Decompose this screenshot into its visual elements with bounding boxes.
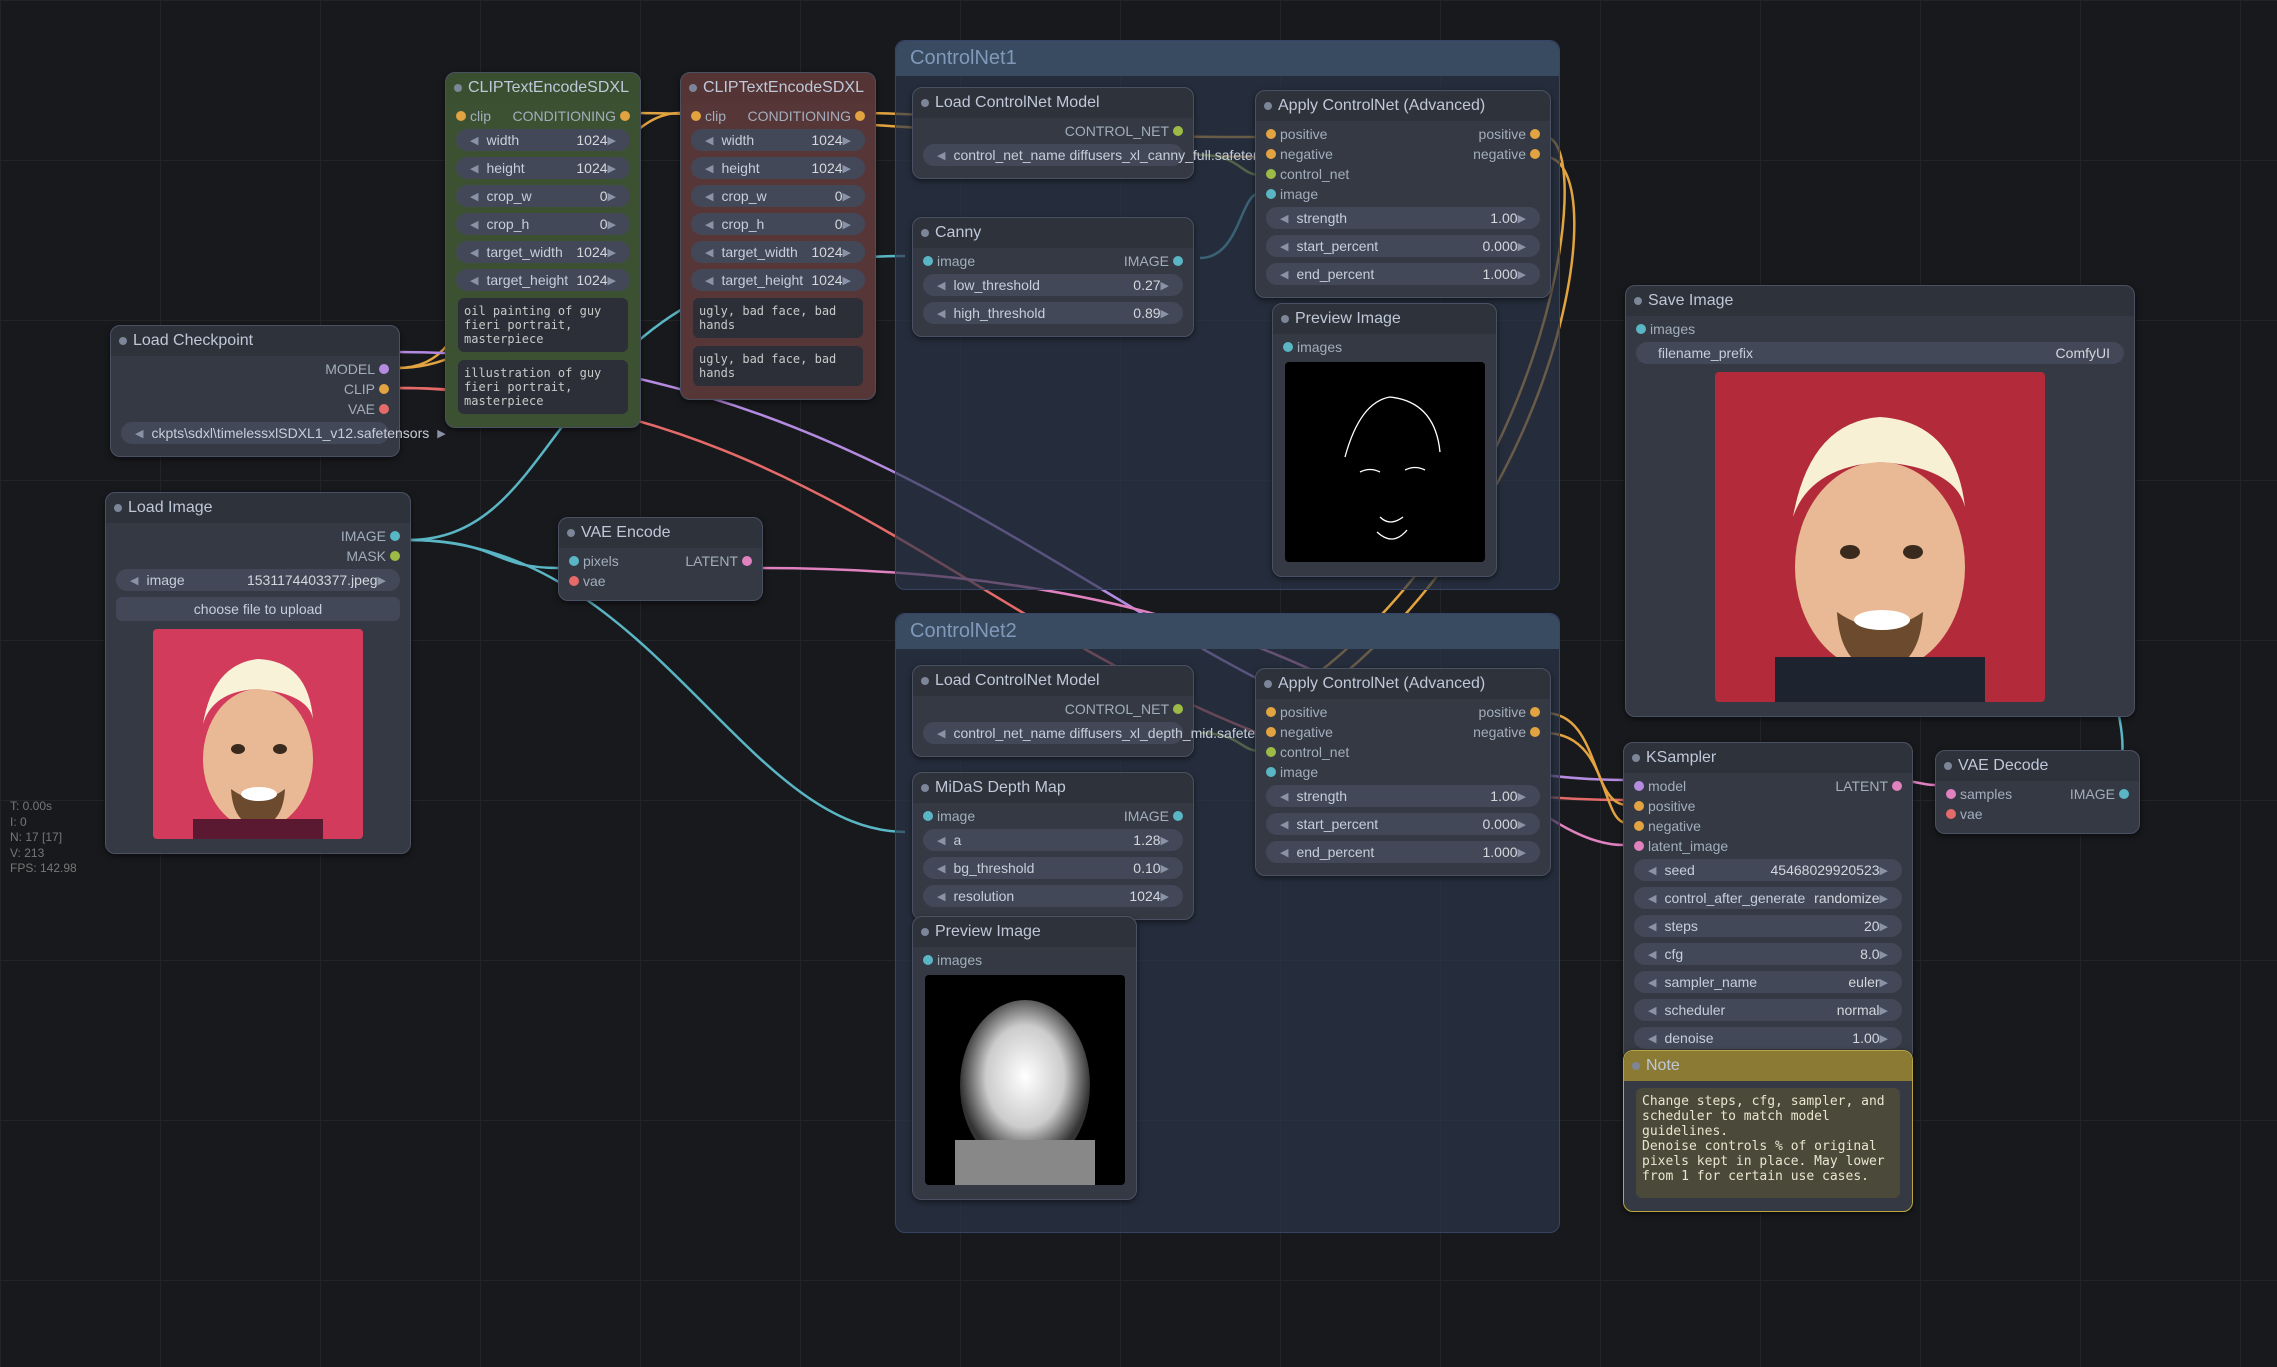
preview-image [153,629,363,839]
title: Load Checkpoint [133,332,253,350]
ckpt-select[interactable]: ◀ckpts\sdxl\timelessxlSDXL1_v12.safetens… [121,422,389,444]
canny-preview [1285,362,1485,562]
node-apply-controlnet-2[interactable]: Apply ControlNet (Advanced) positiveposi… [1255,668,1551,876]
node-preview-1[interactable]: Preview Image images [1272,303,1497,577]
node-clip-positive[interactable]: CLIPTextEncodeSDXL clipCONDITIONING ◀wid… [445,72,641,428]
node-load-controlnet-1[interactable]: Load ControlNet Model CONTROL_NET ◀contr… [912,87,1194,179]
node-vae-decode[interactable]: VAE Decode samplesIMAGE vae [1935,750,2140,834]
node-load-image[interactable]: Load Image IMAGE MASK ◀image153117440337… [105,492,411,854]
node-clip-negative[interactable]: CLIPTextEncodeSDXL clipCONDITIONING ◀wid… [680,72,876,400]
node-preview-2[interactable]: Preview Image images [912,916,1137,1200]
node-midas[interactable]: MiDaS Depth Map imageIMAGE ◀a1.28▶ ◀bg_t… [912,772,1194,920]
node-ksampler[interactable]: KSampler modelLATENT positive negative l… [1623,742,1913,1062]
depth-preview [925,975,1125,1185]
output-image [1715,372,2045,702]
node-save-image[interactable]: Save Image images filename_prefixComfyUI [1625,285,2135,717]
node-vae-encode[interactable]: VAE Encode pixelsLATENT vae [558,517,763,601]
group-controlnet2[interactable]: ControlNet2 [896,614,1559,649]
prompt-text-l[interactable]: illustration of guy fieri portrait, mast… [458,360,628,414]
node-note[interactable]: Note Change steps, cfg, sampler, and sch… [1623,1050,1913,1212]
node-canny[interactable]: Canny imageIMAGE ◀low_threshold0.27▶ ◀hi… [912,217,1194,337]
node-load-checkpoint[interactable]: Load Checkpoint MODEL CLIP VAE ◀ckpts\sd… [110,325,400,457]
prompt-text-g[interactable]: oil painting of guy fieri portrait, mast… [458,298,628,352]
group-controlnet1[interactable]: ControlNet1 [896,41,1559,76]
node-apply-controlnet-1[interactable]: Apply ControlNet (Advanced) positiveposi… [1255,90,1551,298]
node-load-controlnet-2[interactable]: Load ControlNet Model CONTROL_NET ◀contr… [912,665,1194,757]
upload-button[interactable]: choose file to upload [116,597,400,621]
